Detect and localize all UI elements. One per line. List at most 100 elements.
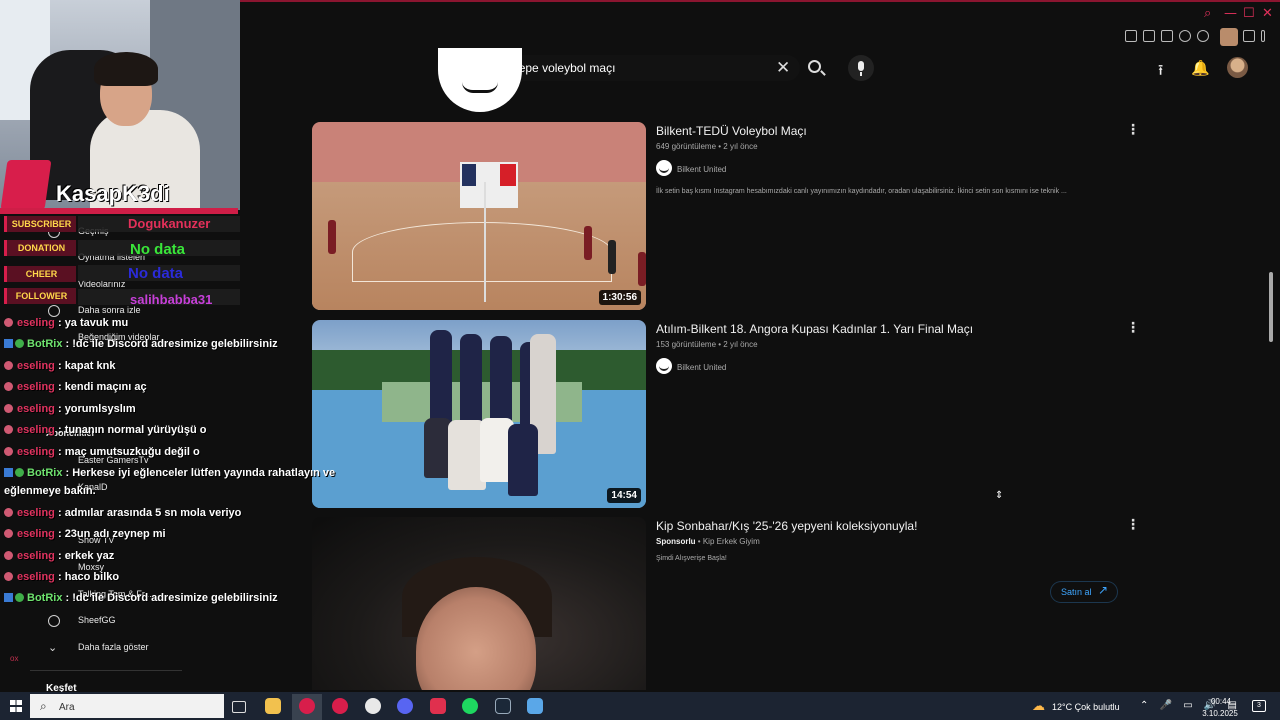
browser-profile-icon[interactable] [1220, 28, 1238, 46]
chat-message: eseling : erkek yaz [4, 550, 114, 562]
thumbnail-player [608, 240, 616, 274]
advertiser-name[interactable]: Kip Erkek Giyim [703, 537, 760, 546]
video-meta: 649 görüntüleme • 2 yıl önce [656, 142, 758, 151]
more-options-icon[interactable]: ⋮ [1126, 121, 1140, 138]
app-icon[interactable] [430, 698, 446, 714]
taskbar-search-placeholder[interactable]: Ara [59, 702, 75, 713]
clear-search-icon[interactable]: ✕ [776, 58, 790, 78]
browser-icon[interactable] [332, 698, 348, 714]
more-options-icon[interactable]: ⋮ [1126, 319, 1140, 336]
cheer-label: CHEER [4, 266, 76, 282]
chat-message: BotRix : Herkese iyi eğlenceler lütfen y… [4, 467, 335, 479]
sidebar-item-channel[interactable]: SheefGG [78, 615, 116, 625]
task-view-icon[interactable] [232, 701, 246, 713]
sponsored-label: Sponsorlu [656, 537, 696, 546]
chat-username: BotRix [27, 467, 63, 479]
chat-text: : 23un adı zeynep mi [57, 528, 166, 540]
thumbnail-court-lines [352, 222, 612, 282]
follower-value: salihbabba31 [130, 292, 213, 307]
shield-extension-icon[interactable] [1161, 30, 1173, 42]
chevron-down-icon[interactable]: ⌄ [48, 641, 57, 654]
thumbnail-person [508, 424, 538, 496]
video-title[interactable]: Bilkent-TEDÜ Voleybol Maçı [656, 124, 807, 138]
maximize-icon[interactable]: ☐ [1243, 6, 1255, 21]
channel-name[interactable]: Bilkent United [677, 363, 726, 372]
chat-message: BotRix : !dc ile Discord adresimize gele… [4, 592, 278, 604]
watch-later-icon[interactable] [48, 305, 60, 317]
chat-username: eseling [17, 507, 55, 519]
sidebar-show-more[interactable]: Daha fazla göster [78, 642, 149, 652]
verified-icon [15, 593, 24, 602]
account-avatar[interactable] [1227, 57, 1248, 78]
chat-username: eseling [17, 424, 55, 436]
mouse-cursor-icon: ⇕ [995, 490, 1004, 501]
thumbnail-flag [462, 164, 476, 186]
chat-username: eseling [17, 571, 55, 583]
user-badge-icon [4, 529, 13, 538]
cheer-value: No data [128, 265, 184, 282]
bell-icon[interactable]: 🔔 [1191, 59, 1210, 77]
opera-gx-icon[interactable] [299, 698, 315, 714]
weather-text[interactable]: 12°C Çok bulutlu [1052, 702, 1120, 712]
scrollbar-thumb[interactable] [1269, 272, 1273, 342]
tab-extension-icon[interactable] [1143, 30, 1155, 42]
browser-menu-icon[interactable] [1261, 30, 1265, 42]
chat-message: eseling : ya tavuk mu [4, 317, 128, 329]
app-icon[interactable] [365, 698, 381, 714]
video-thumbnail[interactable]: 1:30:56 [312, 122, 646, 310]
chat-username: eseling [17, 446, 55, 458]
chat-username: eseling [17, 381, 55, 393]
close-icon[interactable]: ✕ [1262, 6, 1273, 21]
scrollbar[interactable] [1266, 48, 1274, 690]
browser-toolbar [240, 0, 1280, 48]
channel-icon[interactable] [656, 358, 672, 374]
upload-icon[interactable]: ⭱ [1158, 60, 1163, 85]
pin-extension-icon[interactable] [1125, 30, 1137, 42]
chat-text: eğlenmeye bakın. [4, 485, 96, 497]
discord-icon[interactable] [397, 698, 413, 714]
ad-thumbnail[interactable] [312, 517, 646, 690]
more-options-icon[interactable]: ⋮ [1126, 516, 1140, 533]
heart-icon[interactable] [1197, 30, 1209, 42]
subscriber-value: Dogukanuzer [128, 216, 211, 231]
channel-avatar-icon[interactable] [48, 615, 60, 627]
voice-search-mic-icon[interactable] [848, 55, 874, 81]
channel-name[interactable]: Bilkent United [677, 165, 726, 174]
chat-username: eseling [17, 360, 55, 372]
channel-avatar[interactable] [438, 48, 522, 112]
video-thumbnail[interactable]: 14:54 [312, 320, 646, 508]
chat-text: : kapat knk [57, 360, 116, 372]
buy-button-label[interactable]: Satın al [1061, 587, 1092, 597]
play-extension-icon[interactable] [1179, 30, 1191, 42]
user-badge-icon [4, 318, 13, 327]
chat-message: eseling : 23un adı zeynep mi [4, 528, 166, 540]
browser-search-icon[interactable]: ⌕ [1204, 6, 1211, 21]
channel-icon[interactable] [656, 160, 672, 176]
chat-text: : haco bilko [57, 571, 120, 583]
search-icon[interactable]: ⌕ [40, 699, 47, 714]
file-explorer-icon[interactable] [265, 698, 281, 714]
chat-text: : !dc ile Discord adresimize gelebilirsi… [65, 338, 278, 350]
user-badge-icon [4, 551, 13, 560]
thumbnail-player [638, 252, 646, 286]
chat-message: eseling : maç umutsuzkuğu değil o [4, 446, 200, 458]
steam-icon[interactable] [495, 698, 511, 714]
chat-text: : yorumlsyslım [57, 403, 136, 415]
video-title[interactable]: Atılım-Bilkent 18. Angora Kupası Kadınla… [656, 322, 973, 336]
spotify-icon[interactable] [462, 698, 478, 714]
weather-icon[interactable]: ☁ [1032, 699, 1045, 714]
video-description: İlk setin baş kısmı Instagram hesabımızd… [656, 188, 1067, 195]
browser-accent-line [240, 0, 1280, 2]
chat-username: BotRix [27, 592, 63, 604]
app-icon[interactable] [527, 698, 543, 714]
ad-title[interactable]: Kip Sonbahar/Kış '25-'26 yepyeni koleksi… [656, 519, 917, 533]
external-link-icon[interactable]: ↗ [1098, 583, 1108, 597]
minimize-icon[interactable]: — [1224, 6, 1237, 21]
search-icon[interactable] [808, 60, 821, 73]
clock-time[interactable]: 00:44 [1206, 697, 1236, 706]
chat-message: eseling : admılar arasında 5 sn mola ver… [4, 507, 241, 519]
clock-date[interactable]: 3.10.2025 [1200, 709, 1240, 718]
notification-icon[interactable]: 3 [1252, 700, 1266, 712]
download-icon[interactable] [1243, 30, 1255, 42]
windows-start-icon[interactable] [10, 700, 22, 712]
